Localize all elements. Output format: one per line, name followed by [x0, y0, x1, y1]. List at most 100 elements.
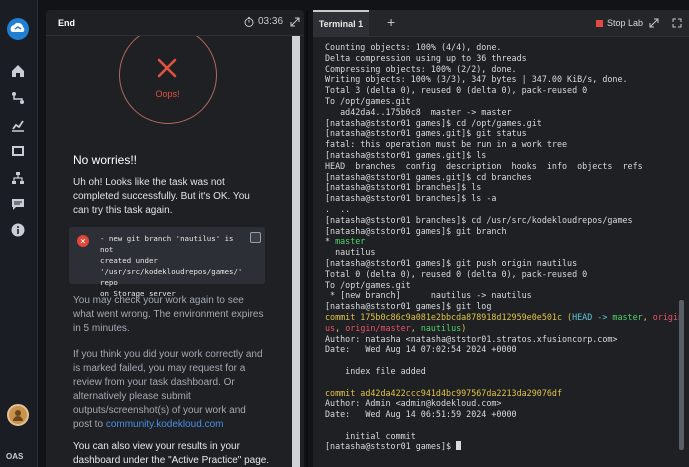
- fullscreen-icon[interactable]: [672, 18, 682, 28]
- tab-terminal-1[interactable]: Terminal 1: [313, 10, 369, 36]
- terminal-text: Counting objects: 100% (4/4), done.: [325, 42, 502, 52]
- terminal-text: ,: [335, 322, 346, 333]
- terminal-line: commit ad42da422ccc941d4bc997567da2213da…: [325, 388, 680, 399]
- stop-lab-button[interactable]: Stop Lab: [596, 18, 643, 28]
- result-heading: No worries!!: [73, 153, 138, 167]
- sitemap-icon[interactable]: [9, 169, 27, 187]
- terminal-text: [natasha@ststor01 games]$ git branch: [325, 225, 507, 236]
- nav-rail: OAS: [0, 0, 38, 467]
- failed-check-text: - new git branch 'nautilus' is not creat…: [100, 233, 250, 299]
- terminal-line: HEAD branches config description hooks i…: [325, 161, 680, 172]
- terminal-text: commit 175b0c86c9a081e2bbcda878918d12959…: [325, 311, 568, 322]
- terminal-text: Author: Admin <admin@kodekloud.com>: [325, 398, 502, 409]
- community-link[interactable]: community.kodekloud.com: [106, 419, 224, 430]
- oops-label: Oops!: [155, 89, 180, 99]
- terminal-text: index file added: [325, 365, 426, 376]
- terminal-text: Author: natasha <natasha@ststor01.strato…: [325, 333, 618, 344]
- terminal-line: Date: Wed Aug 14 06:51:59 2024 +0000: [325, 409, 680, 420]
- terminal-text: To /opt/games.git: [325, 95, 411, 106]
- terminal-line: [natasha@ststor01 branches]$ cd /usr/src…: [325, 215, 680, 226]
- terminal-line: [natasha@ststor01 branches]$ ls: [325, 182, 680, 193]
- avatar[interactable]: [7, 404, 29, 426]
- terminal-text: [natasha@ststor01 games.git]$ git status: [325, 128, 527, 139]
- failed-check-line: created under: [100, 256, 158, 265]
- terminal-line: Counting objects: 100% (4/4), done.: [325, 42, 680, 53]
- terminal-text: [natasha@ststor01 games.git]$ ls: [325, 149, 487, 160]
- task-result-content: Oops! No worries!! Uh oh! Looks like the…: [46, 36, 292, 467]
- home-icon[interactable]: [9, 62, 27, 80]
- terminal-text: HEAD ->: [572, 311, 613, 322]
- terminal-line: initial commit: [325, 431, 680, 442]
- close-x-icon: [157, 58, 177, 78]
- terminal-line: [natasha@ststor01 games.git]$ cd branche…: [325, 172, 680, 183]
- timer: 03:36: [244, 16, 283, 27]
- task-result-panel: End 03:36 Oops! No worries!! Uh oh! Look…: [46, 10, 304, 467]
- terminal-text: . ..: [325, 203, 351, 214]
- terminal-text: Writing objects: 100% (3/3), 347 bytes |…: [325, 74, 628, 85]
- terminal-text: master: [612, 311, 643, 322]
- review-paragraph: If you think you did your work correctly…: [73, 348, 265, 432]
- terminal-text: To /opt/games.git: [325, 279, 411, 290]
- terminal-text: nautilus: [325, 247, 376, 258]
- terminal-line: index file added: [325, 366, 680, 377]
- terminal-text: HEAD branches config description hooks i…: [325, 160, 643, 171]
- terminal-panel: Terminal 1 + Stop Lab Counting objects: …: [313, 10, 689, 467]
- copy-icon[interactable]: [250, 232, 261, 243]
- cloud-logo-icon[interactable]: [6, 17, 30, 41]
- info-icon[interactable]: [9, 221, 27, 239]
- terminal-line: [natasha@ststor01 games]$ git push origi…: [325, 258, 680, 269]
- terminal-line: Author: Admin <admin@kodekloud.com>: [325, 398, 680, 409]
- terminal-text: [natasha@ststor01 games.git]$ cd branche…: [325, 171, 532, 182]
- tab-end[interactable]: End: [46, 10, 87, 35]
- terminal-text: Date: Wed Aug 14 07:02:54 2024 +0000: [325, 344, 517, 355]
- expand-icon[interactable]: [649, 18, 659, 28]
- terminal-line: Total 3 (delta 0), reused 0 (delta 0), p…: [325, 85, 680, 96]
- terminal-line: Delta compression using up to 36 threads: [325, 53, 680, 64]
- terminal-line: * master: [325, 236, 680, 247]
- terminal-line: [natasha@ststor01 games]$ cd /opt/games.…: [325, 118, 680, 129]
- terminal-line: [natasha@ststor01 games.git]$ git status: [325, 128, 680, 139]
- terminal-line: [natasha@ststor01 branches]$ ls -a: [325, 193, 680, 204]
- oops-badge: Oops!: [119, 36, 217, 124]
- task-panel-header: End 03:36: [46, 10, 304, 36]
- terminal-text: [natasha@ststor01 games]$ git push origi…: [325, 257, 578, 268]
- terminal-line: nautilus: [325, 247, 680, 258]
- terminal-text: commit ad42da422ccc941d4bc997567da2213da…: [325, 387, 562, 398]
- terminal-line: [natasha@ststor01 games.git]$ ls: [325, 150, 680, 161]
- chat-icon[interactable]: [9, 195, 27, 213]
- terminal-cursor: [456, 441, 462, 451]
- terminal-line: Total 0 (delta 0), reused 0 (delta 0), p…: [325, 269, 680, 280]
- results-paragraph: You can also view your results in your d…: [73, 441, 270, 466]
- scrollbar[interactable]: [292, 36, 300, 467]
- terminal-line: [natasha@ststor01 games]$ git branch: [325, 226, 680, 237]
- stopwatch-icon: [244, 16, 254, 27]
- terminal-line: To /opt/games.git: [325, 96, 680, 107]
- terminal-header-actions: [649, 18, 682, 28]
- panel-splitter[interactable]: [306, 10, 308, 467]
- terminal-text: [natasha@ststor01 branches]$ ls -a: [325, 193, 497, 204]
- film-icon[interactable]: [9, 142, 27, 160]
- terminal-line: To /opt/games.git: [325, 280, 680, 291]
- route-icon[interactable]: [9, 89, 27, 107]
- new-terminal-button[interactable]: +: [387, 14, 395, 30]
- expand-icon[interactable]: [290, 17, 300, 27]
- check-work-paragraph: You may check your work again to see wha…: [73, 295, 264, 334]
- terminal-text: [natasha@ststor01 branches]$ ls: [325, 182, 482, 193]
- terminal-text: master: [335, 236, 366, 247]
- terminal-scrollbar[interactable]: [679, 300, 684, 450]
- terminal-header: Terminal 1 + Stop Lab: [313, 10, 689, 37]
- terminal-line: Author: natasha <natasha@ststor01.strato…: [325, 334, 680, 345]
- terminal-line: Compressing objects: 100% (2/2), done.: [325, 64, 680, 75]
- chart-icon[interactable]: [9, 116, 27, 134]
- terminal-text: Compressing objects: 100% (2/2), done.: [325, 63, 517, 74]
- terminal-text: origin/master: [345, 322, 411, 333]
- terminal-text: ): [461, 322, 467, 333]
- stop-icon: [596, 19, 603, 27]
- review-text: If you think you did your work correctly…: [73, 349, 263, 430]
- terminal-line: [natasha@ststor01 games]$ git log: [325, 301, 680, 312]
- terminal-text: origin/nautil: [652, 311, 680, 322]
- terminal-output[interactable]: Counting objects: 100% (4/4), done. Delta…: [325, 42, 680, 462]
- failed-check-card: ✕ - new git branch 'nautilus' is not cre…: [69, 227, 265, 298]
- terminal-line: [natasha@ststor01 games]$: [325, 441, 680, 452]
